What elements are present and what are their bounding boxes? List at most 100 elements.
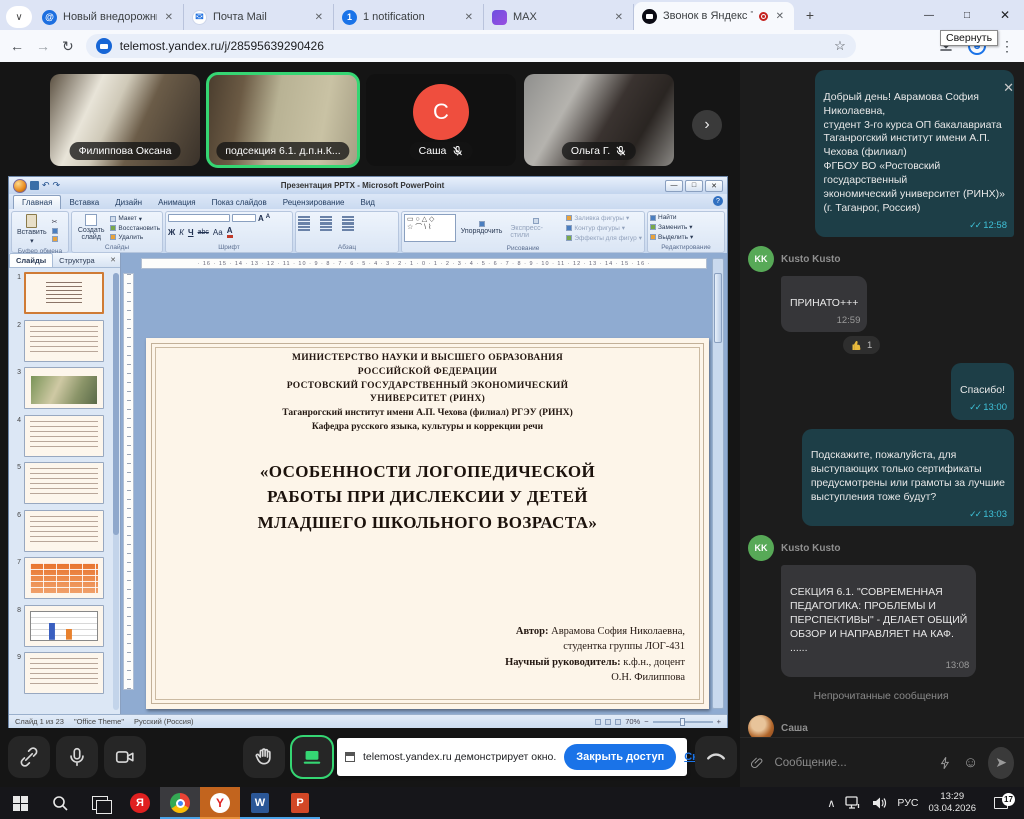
numbering-icon[interactable] bbox=[320, 216, 332, 218]
slide-canvas[interactable]: МИНИСТЕРСТВО НАУКИ И ВЫСШЕГО ОБРАЗОВАНИЯ… bbox=[146, 338, 709, 709]
panel-tab-slides[interactable]: Слайды bbox=[9, 253, 53, 267]
panel-close-icon[interactable]: ✕ bbox=[106, 256, 120, 264]
ribbon-tab-animation[interactable]: Анимация bbox=[150, 196, 204, 209]
slide-thumbnail-2[interactable]: 2 bbox=[11, 320, 118, 362]
tray-expand-icon[interactable]: ∧ bbox=[827, 797, 835, 810]
tab-news[interactable]: @ Новый внедорожник То ✕ bbox=[34, 4, 184, 30]
chat-message-own[interactable]: Добрый день! Аврамова София Николаевна, … bbox=[815, 70, 1014, 237]
send-message-button[interactable]: ➤ bbox=[988, 747, 1014, 779]
ppt-minimize-button[interactable]: — bbox=[665, 180, 683, 192]
slide-thumbnail-3[interactable]: 3 bbox=[11, 367, 118, 409]
chat-message-group[interactable]: KK Kusto Kusto ПРИНАТО+++ 12:59 1 bbox=[748, 246, 880, 354]
chrome-taskbar-icon[interactable] bbox=[160, 787, 200, 819]
slide-thumbnail-7[interactable]: 7 bbox=[11, 557, 118, 599]
indent-icon[interactable] bbox=[342, 216, 354, 218]
taskbar-search-icon[interactable] bbox=[40, 787, 80, 819]
chat-message-own[interactable]: Подскажите, пожалуйста, для выступающих … bbox=[802, 429, 1014, 527]
font-size-combo[interactable] bbox=[232, 214, 256, 222]
tab-close-icon[interactable]: ✕ bbox=[613, 12, 625, 23]
chat-close-icon[interactable]: ✕ bbox=[1003, 80, 1014, 96]
shrink-font-icon[interactable]: А bbox=[266, 214, 270, 223]
shape-fill-button[interactable]: Заливка фигуры▾ bbox=[566, 214, 642, 222]
participant-tile[interactable]: Филиппова Оксана bbox=[50, 74, 200, 166]
tab-search-chevron-icon[interactable]: ∨ bbox=[6, 6, 32, 28]
chat-message-own[interactable]: Спасибо! ✓✓13:00 bbox=[951, 363, 1014, 419]
view-sorter-icon[interactable] bbox=[605, 719, 611, 725]
ribbon-tab-view[interactable]: Вид bbox=[353, 196, 383, 209]
quick-reactions-icon[interactable] bbox=[938, 754, 952, 772]
align-left-icon[interactable] bbox=[298, 223, 310, 225]
window-minimize-button[interactable]: — bbox=[910, 0, 948, 30]
action-center-icon[interactable]: 17 bbox=[986, 797, 1016, 809]
grow-font-icon[interactable]: А bbox=[258, 214, 264, 223]
back-button[interactable]: ← bbox=[10, 38, 24, 54]
keyboard-language[interactable]: РУС bbox=[897, 797, 918, 809]
view-normal-icon[interactable] bbox=[595, 719, 601, 725]
screen-share-button[interactable] bbox=[291, 736, 333, 778]
layout-button[interactable]: Макет▾ bbox=[110, 215, 160, 223]
zoom-slider[interactable] bbox=[653, 721, 713, 723]
zoom-in-icon[interactable]: + bbox=[717, 717, 721, 726]
microphone-button[interactable] bbox=[56, 736, 98, 778]
ppt-restore-button[interactable]: □ bbox=[685, 180, 703, 192]
shape-effects-button[interactable]: Эффекты для фигур▾ bbox=[566, 234, 642, 242]
change-case-button[interactable]: Аа bbox=[213, 228, 223, 237]
ribbon-tab-home[interactable]: Главная bbox=[13, 195, 61, 209]
network-icon[interactable] bbox=[845, 796, 861, 810]
ribbon-tab-slideshow[interactable]: Показ слайдов bbox=[204, 196, 275, 209]
zoom-out-icon[interactable]: − bbox=[644, 717, 648, 726]
close-access-button[interactable]: Закрыть доступ bbox=[564, 744, 676, 770]
ribbon-tab-design[interactable]: Дизайн bbox=[107, 196, 150, 209]
find-button[interactable]: Найти bbox=[650, 214, 722, 221]
panel-scrollbar[interactable] bbox=[113, 273, 119, 710]
tab-close-icon[interactable]: ✕ bbox=[774, 11, 786, 22]
quick-styles-button[interactable]: Экспресс-стили bbox=[507, 214, 564, 242]
ribbon-tab-review[interactable]: Рецензирование bbox=[275, 196, 353, 209]
slide-thumbnail-1[interactable]: 1 bbox=[11, 272, 118, 314]
tab-notification[interactable]: 1 1 notification ✕ bbox=[334, 4, 484, 30]
word-taskbar-icon[interactable]: W bbox=[240, 787, 280, 819]
yandex-browser-icon[interactable]: Y bbox=[200, 787, 240, 819]
camera-button[interactable] bbox=[104, 736, 146, 778]
bullets-icon[interactable] bbox=[298, 216, 310, 218]
yandex-app-icon[interactable]: Я bbox=[120, 787, 160, 819]
strikethrough-button[interactable]: abc bbox=[198, 229, 209, 236]
paste-button[interactable]: Вставить ▾ bbox=[14, 214, 50, 245]
redo-icon[interactable]: ↷ bbox=[53, 180, 61, 191]
ribbon-tab-insert[interactable]: Вставка bbox=[61, 196, 107, 209]
delete-button[interactable]: Удалить bbox=[110, 234, 160, 241]
slide-thumbnail-8[interactable]: 8 bbox=[11, 605, 118, 647]
window-restore-button[interactable]: □ bbox=[948, 0, 986, 30]
slide-thumbnail-5[interactable]: 5 bbox=[11, 462, 118, 504]
align-center-icon[interactable] bbox=[320, 223, 332, 225]
reload-button[interactable]: ↻ bbox=[62, 38, 74, 55]
format-painter-icon[interactable] bbox=[52, 236, 58, 242]
slide-thumbnail-6[interactable]: 6 bbox=[11, 510, 118, 552]
window-close-button[interactable]: ✕ bbox=[986, 0, 1024, 30]
tab-mail[interactable]: ✉ Почта Mail ✕ bbox=[184, 4, 334, 30]
bookmark-star-icon[interactable]: ☆ bbox=[834, 38, 846, 54]
thumbs-up-reaction[interactable]: 1 bbox=[843, 336, 880, 354]
volume-icon[interactable] bbox=[871, 796, 887, 810]
participant-tile[interactable]: Ольга Г. bbox=[524, 74, 674, 166]
participant-tile-active-speaker[interactable]: подсекция 6.1. д.п.н.К... bbox=[208, 74, 358, 166]
copy-icon[interactable] bbox=[52, 228, 58, 234]
cut-icon[interactable]: ✂ bbox=[52, 218, 58, 226]
font-name-combo[interactable] bbox=[168, 214, 230, 222]
clock[interactable]: 13:2903.04.2026 bbox=[928, 791, 976, 815]
replace-button[interactable]: Заменить▾ bbox=[650, 223, 722, 231]
next-participants-button[interactable]: › bbox=[692, 110, 722, 140]
chat-message-group[interactable]: Саша Летина Александра тема "ДИДАКТИЧЕСК… bbox=[748, 715, 985, 737]
slide-thumbnail-4[interactable]: 4 bbox=[11, 415, 118, 457]
end-call-button[interactable] bbox=[695, 736, 737, 778]
tab-close-icon[interactable]: ✕ bbox=[163, 12, 175, 23]
bold-button[interactable]: Ж bbox=[168, 228, 175, 237]
slide-scrollbar[interactable] bbox=[712, 258, 724, 709]
participant-tile[interactable]: С Саша bbox=[366, 74, 516, 166]
panel-tab-outline[interactable]: Структура bbox=[53, 254, 101, 267]
browser-menu-icon[interactable]: ⋮ bbox=[1000, 38, 1014, 55]
address-bar[interactable]: telemost.yandex.ru/j/28595639290426 ☆ bbox=[86, 34, 856, 58]
task-view-icon[interactable] bbox=[80, 787, 120, 819]
select-button[interactable]: Выделить▾ bbox=[650, 233, 722, 241]
arrange-button[interactable]: Упорядочить bbox=[458, 214, 506, 242]
